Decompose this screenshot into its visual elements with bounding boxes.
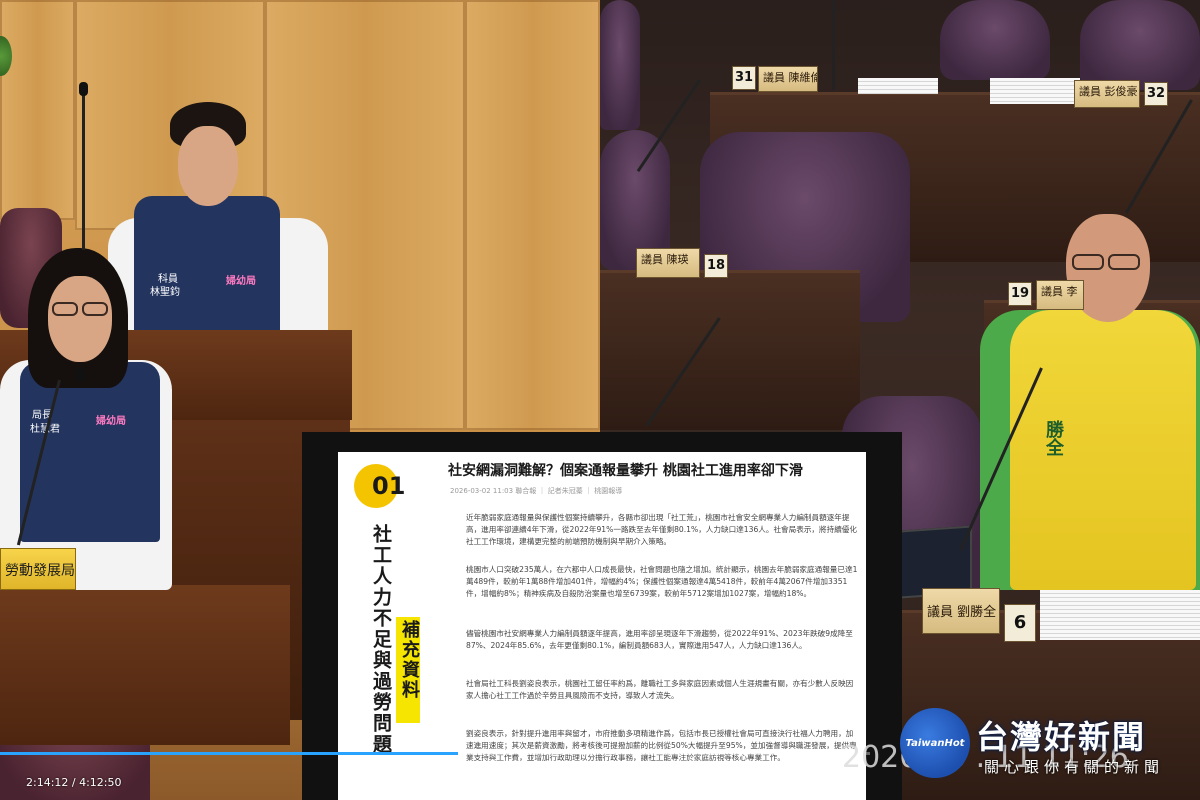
glasses xyxy=(1072,254,1104,270)
council-seat xyxy=(940,0,1050,80)
brand-logo-text: TaiwanHot xyxy=(905,738,965,749)
seat-number: 19 xyxy=(1008,282,1032,306)
video-timestamp: 2:14:12 / 4:12:50 xyxy=(26,776,122,789)
article-meta: 2026-03-02 11:03 聯合報 ｜ 記者朱冠蓁 ｜ 桃園報導 xyxy=(450,487,623,495)
seat-nameplate: 議員 陳瑛 xyxy=(636,248,700,278)
council-bench xyxy=(600,270,860,430)
seat-number: 31 xyxy=(732,66,756,90)
article-paragraph: 桃園市人口突破235萬人，在六都中人口成長最快，社會問題也隨之增加。統計顯示，桃… xyxy=(466,565,858,598)
glasses xyxy=(1108,254,1140,270)
seated-official: 局長 杜慧君 婦幼局 xyxy=(0,240,180,590)
section-number: 01 xyxy=(372,472,406,500)
article-paragraph: 劉姿良表示，針對提升進用率與留才，市府推動多項精進作爲，包括市長已授權社會局可直… xyxy=(466,729,857,762)
video-progress-bar[interactable] xyxy=(0,752,870,755)
paper-stack xyxy=(990,78,1080,104)
seat-nameplate: 議員 陳維倫 xyxy=(758,66,818,92)
brand-slogan: 關心跟你有關的新聞 xyxy=(984,758,1165,776)
glasses xyxy=(82,302,108,316)
microphone xyxy=(832,0,835,90)
video-progress-fill xyxy=(0,752,459,755)
microphone-head xyxy=(79,82,88,96)
seat-number: 32 xyxy=(1144,82,1168,106)
seat-number: 18 xyxy=(704,254,728,278)
speaking-councilor: 勝全 xyxy=(980,210,1200,590)
wall-panel xyxy=(0,0,75,220)
seat-nameplate: 議員 劉勝全 xyxy=(922,588,1000,634)
yellow-vest xyxy=(1010,310,1196,590)
microphone xyxy=(82,90,85,250)
brand-name: 台灣好新聞 xyxy=(976,718,1147,756)
face xyxy=(48,276,112,362)
wall-panel xyxy=(465,0,600,430)
article-paragraph: 近年脆弱家庭通報量與保護性個案持續攀升，各縣市卻出現「社工荒」，桃園市社會安全網… xyxy=(466,513,857,546)
seat-nameplate: 議員 李 xyxy=(1036,280,1084,310)
council-seat xyxy=(600,0,640,130)
article-paragraph: 社會局社工科長劉姿良表示，桃園社工留任率約爲，離職社工多與家庭因素或個人生涯規畫… xyxy=(466,679,854,700)
article-headline: 社安網漏洞難解？個案通報量攀升 桃園社工進用率卻下滑 xyxy=(448,463,803,479)
face xyxy=(178,126,238,206)
vertical-subtitle: 補充資料 xyxy=(399,620,420,700)
seat-nameplate: 議員 彭俊豪 xyxy=(1074,80,1140,108)
article-paragraph: 儘管桃園市社安網專業人力編制員額逐年提高，進用率卻呈現逐年下滑趨勢，從2022年… xyxy=(466,629,853,650)
vest-name-label: 勝全 xyxy=(1043,420,1064,456)
news-screenshot-overlay: 01 社工人力不足與過勞問題 補充資料 社安網漏洞難解？個案通報量攀升 桃園社工… xyxy=(302,432,902,800)
lower-desk xyxy=(0,585,290,745)
microphone-head xyxy=(76,368,85,382)
official-vest-logo: 婦幼局 xyxy=(96,416,126,427)
seat-number: 6 xyxy=(1004,604,1036,642)
glasses xyxy=(52,302,78,316)
news-article-page: 01 社工人力不足與過勞問題 補充資料 社安網漏洞難解？個案通報量攀升 桃園社工… xyxy=(338,452,866,800)
official-nameplate: 勞動發展局長 xyxy=(0,548,76,590)
paper-stack xyxy=(858,78,938,94)
staff-vest-logo: 婦幼局 xyxy=(226,276,256,287)
council-seat xyxy=(1080,0,1200,90)
